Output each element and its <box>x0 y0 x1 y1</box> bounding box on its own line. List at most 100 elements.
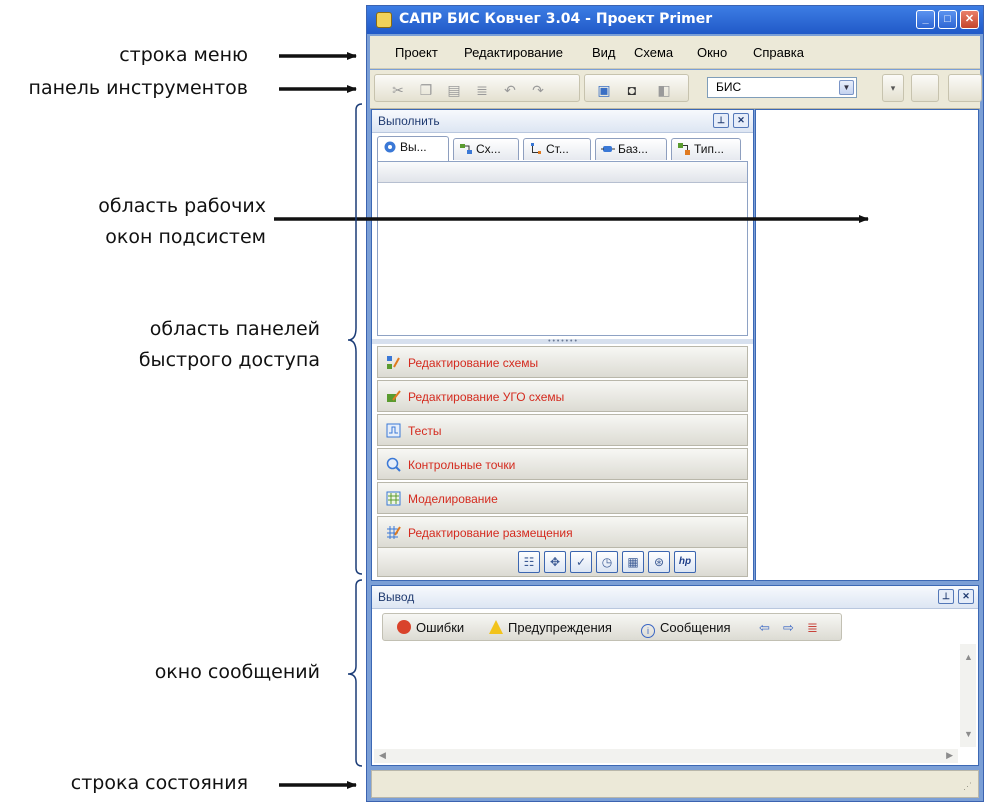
tab-content <box>377 161 748 336</box>
stack-icon[interactable]: ◧ <box>655 82 673 98</box>
output-pin-icon[interactable]: ⊥ <box>938 589 954 604</box>
scroll-up-icon[interactable]: ▲ <box>964 652 973 662</box>
menu-project[interactable]: Проект <box>395 45 438 60</box>
clear-icon[interactable]: ≣ <box>807 620 818 636</box>
subsystem-work-area <box>755 109 979 581</box>
tab-base[interactable]: Баз... <box>595 138 667 160</box>
component-button-icon[interactable]: ✥ <box>544 551 566 573</box>
quick-item-simulation[interactable]: Моделирование <box>377 482 748 514</box>
menu-window[interactable]: Окно <box>697 45 727 60</box>
warning-icon <box>489 620 503 634</box>
menu-scheme[interactable]: Схема <box>634 45 673 60</box>
structure-icon <box>531 143 541 154</box>
horizontal-scrollbar[interactable]: ◀ ▶ <box>374 749 958 763</box>
label-workarea-2: окон подсистем <box>105 226 266 248</box>
simulation-icon <box>386 491 401 506</box>
output-panel-header: Вывод ⊥ ✕ <box>372 586 978 609</box>
tab-content-header <box>378 162 747 183</box>
bracket-quick-access <box>347 103 363 575</box>
undo-icon[interactable]: ↶ <box>501 82 519 98</box>
redo-icon[interactable]: ↷ <box>529 82 547 98</box>
label-status: строка состояния <box>70 772 248 794</box>
window-icon[interactable]: ◘ <box>623 82 641 98</box>
open-icon[interactable]: ▣ <box>595 82 613 98</box>
window-title: САПР БИС Ковчег 3.04 - Проект Primer <box>399 11 713 27</box>
hp-button-icon[interactable]: hp <box>674 551 696 573</box>
edit-scheme-icon <box>387 356 400 369</box>
resize-grip-icon[interactable]: ⋰ <box>963 782 975 795</box>
close-icon[interactable]: ✕ <box>960 10 979 29</box>
chevron-down-icon[interactable]: ▼ <box>839 80 854 95</box>
output-panel-title: Вывод <box>378 590 415 604</box>
errors-filter[interactable]: Ошибки <box>397 620 464 635</box>
app-window: САПР БИС Ковчег 3.04 - Проект Primer _ □… <box>366 5 984 802</box>
label-quick-1: область панелей <box>149 318 320 340</box>
delete-icon[interactable]: ≣ <box>473 82 491 98</box>
splitter-handle[interactable]: • • • • • • • <box>372 338 753 345</box>
target-button-icon[interactable]: ⊛ <box>648 551 670 573</box>
quick-item-placement[interactable]: Редактирование размещения <box>377 516 748 548</box>
overflow-chevron-icon[interactable]: ▾ <box>884 80 902 96</box>
warnings-filter[interactable]: Предупреждения <box>489 620 612 635</box>
output-panel: Вывод ⊥ ✕ Ошибки Предупреждения i Сообщен… <box>371 585 979 766</box>
checkpoints-icon <box>386 457 401 472</box>
tab-execute[interactable]: Вы... <box>377 136 449 162</box>
quick-tabs: Вы... Сх... Ст... Баз... Тип... <box>377 136 748 162</box>
quick-buttons-bar: ☷ ✥ ✓ ◷ ▦ ⊛ hp <box>377 547 748 577</box>
output-toolbar: Ошибки Предупреждения i Сообщения ⇦ ⇨ ≣ <box>382 613 842 641</box>
maximize-icon[interactable]: □ <box>938 10 957 29</box>
mode-combo[interactable]: БИС ▼ <box>707 77 857 98</box>
quick-item-edit-ugo[interactable]: Редактирование УГО схемы <box>377 380 748 412</box>
tab-structure[interactable]: Ст... <box>523 138 591 160</box>
gear-icon <box>384 141 396 153</box>
output-close-icon[interactable]: ✕ <box>958 589 974 604</box>
check-button-icon[interactable]: ✓ <box>570 551 592 573</box>
minimize-icon[interactable]: _ <box>916 10 935 29</box>
tab-schemes[interactable]: Сх... <box>453 138 519 160</box>
bracket-messages <box>347 579 363 767</box>
next-arrow-icon[interactable]: ⇨ <box>783 620 794 636</box>
label-menu-row: строка меню <box>119 44 248 66</box>
toolbar-overflow[interactable]: ▾ <box>882 74 904 102</box>
label-workarea-1: область рабочих <box>98 195 266 217</box>
scroll-left-icon[interactable]: ◀ <box>379 750 386 761</box>
quick-item-tests[interactable]: Тесты <box>377 414 748 446</box>
toolbar-file-group: ▣ ◘ ◧ <box>584 74 689 102</box>
copy-icon[interactable]: ❐ <box>417 82 435 98</box>
error-icon <box>397 620 411 634</box>
status-bar: ⋰ <box>371 770 979 798</box>
menu-view[interactable]: Вид <box>592 45 616 60</box>
label-quick-2: быстрого доступа <box>138 349 320 371</box>
output-text[interactable] <box>382 644 956 747</box>
info-icon: i <box>641 624 655 638</box>
tab-types[interactable]: Тип... <box>671 138 741 160</box>
messages-filter[interactable]: i Сообщения <box>641 620 731 638</box>
scheme-icon <box>460 144 472 154</box>
timer-button-icon[interactable]: ◷ <box>596 551 618 573</box>
quick-panel-header: Выполнить ⊥ ✕ <box>372 110 753 133</box>
menu-edit[interactable]: Редактирование <box>464 45 563 60</box>
pin-icon[interactable]: ⊥ <box>713 113 729 128</box>
grid-button-icon[interactable]: ☷ <box>518 551 540 573</box>
quick-item-checkpoints[interactable]: Контрольные точки <box>377 448 748 480</box>
placement-icon <box>387 526 401 539</box>
quick-panel-title: Выполнить <box>378 114 440 128</box>
toolbar-edit-group: ✂ ❐ ▤ ≣ ↶ ↷ <box>374 74 580 102</box>
cut-icon[interactable]: ✂ <box>389 82 407 98</box>
toolbar-empty-1 <box>911 74 939 102</box>
quick-access-panel: Выполнить ⊥ ✕ Вы... Сх... Ст... Баз... Т… <box>371 109 754 581</box>
matrix-button-icon[interactable]: ▦ <box>622 551 644 573</box>
quick-item-edit-scheme[interactable]: Редактирование схемы <box>377 346 748 378</box>
scroll-right-icon[interactable]: ▶ <box>946 750 953 761</box>
scroll-down-icon[interactable]: ▼ <box>964 729 973 739</box>
panel-close-icon[interactable]: ✕ <box>733 113 749 128</box>
prev-arrow-icon[interactable]: ⇦ <box>759 620 770 636</box>
menu-bar: Проект Редактирование Вид Схема Окно Спр… <box>370 36 980 69</box>
vertical-scrollbar[interactable]: ▲ ▼ <box>960 644 976 747</box>
title-bar[interactable]: САПР БИС Ковчег 3.04 - Проект Primer _ □… <box>367 6 983 34</box>
label-messages: окно сообщений <box>154 661 320 683</box>
toolbar-empty-2 <box>948 74 982 102</box>
types-icon <box>678 143 690 155</box>
paste-icon[interactable]: ▤ <box>445 82 463 98</box>
menu-help[interactable]: Справка <box>753 45 804 60</box>
